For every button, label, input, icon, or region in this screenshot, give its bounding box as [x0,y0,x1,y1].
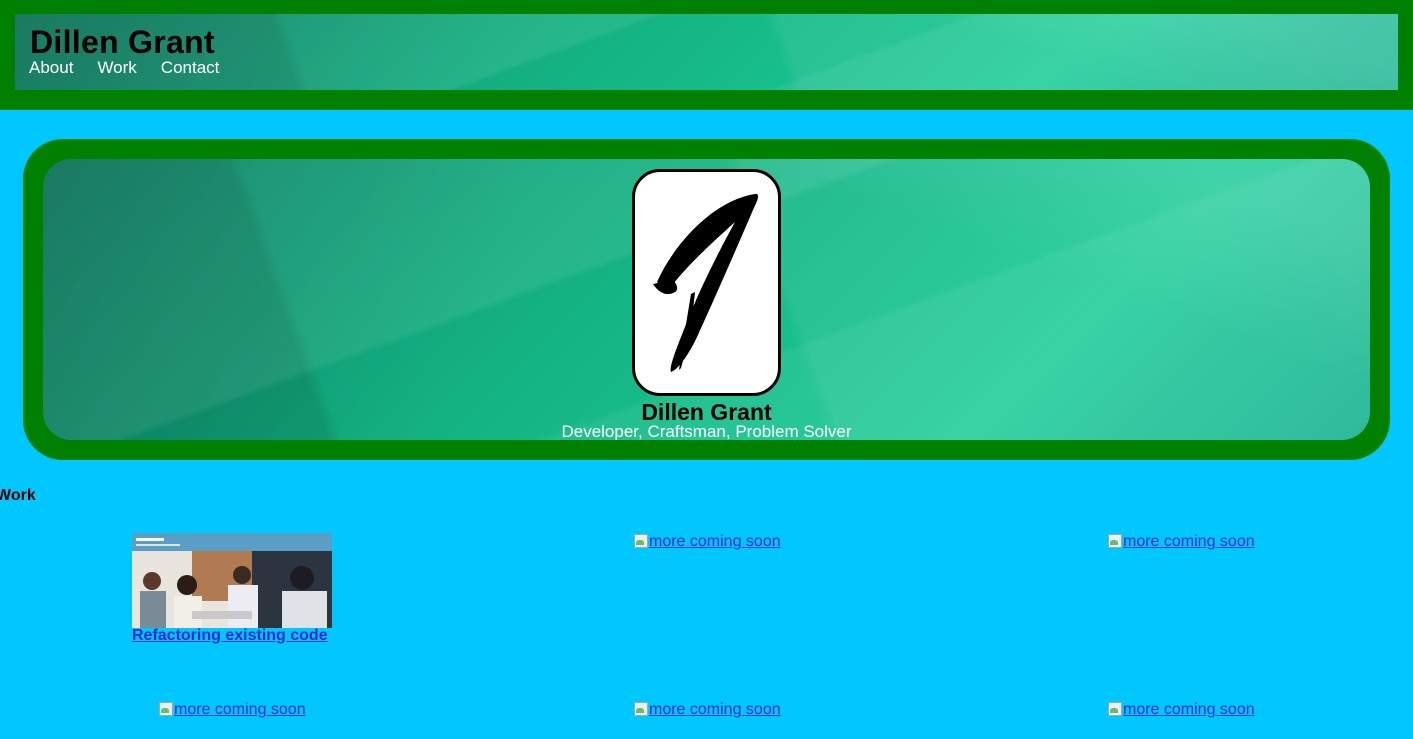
placeholder-alt-text: more coming soon [1123,533,1255,550]
nav-about[interactable]: About [29,58,73,78]
nav-work[interactable]: Work [97,58,136,78]
hero-banner: Dillen Grant Developer, Craftsman, Probl… [43,159,1370,440]
placeholder-link-4[interactable]: more coming soon [633,700,781,719]
placeholder-link-2[interactable]: more coming soon [1107,532,1255,551]
hero-tagline: Developer, Craftsman, Problem Solver [561,422,852,440]
signature-logo-icon [653,193,759,372]
placeholder-link-5[interactable]: more coming soon [1107,700,1255,719]
main-nav: About Work Contact [29,58,219,78]
placeholder-alt-text: more coming soon [1123,701,1255,718]
nav-contact[interactable]: Contact [161,58,220,78]
site-title: Dillen Grant [30,24,215,60]
placeholder-alt-text: more coming soon [649,533,781,550]
broken-image-icon [1107,532,1123,548]
placeholder-link-3[interactable]: more coming soon [158,700,306,719]
broken-image-icon [633,532,649,548]
broken-image-icon [633,700,649,716]
project-thumbnail[interactable] [132,533,332,628]
placeholder-alt-text: more coming soon [649,701,781,718]
work-heading: Work [0,487,36,504]
placeholder-link-1[interactable]: more coming soon [633,532,781,551]
project-screenshot-image [132,533,332,628]
project-link-refactoring[interactable]: Refactoring existing code [132,627,328,645]
broken-image-icon [1107,700,1123,716]
header-banner: Dillen Grant About Work Contact [15,14,1398,90]
placeholder-alt-text: more coming soon [174,701,306,718]
site-header: Dillen Grant About Work Contact [0,0,1413,110]
logo-image [632,169,781,396]
hero-frame: Dillen Grant Developer, Craftsman, Probl… [23,139,1390,460]
broken-image-icon [158,700,174,716]
